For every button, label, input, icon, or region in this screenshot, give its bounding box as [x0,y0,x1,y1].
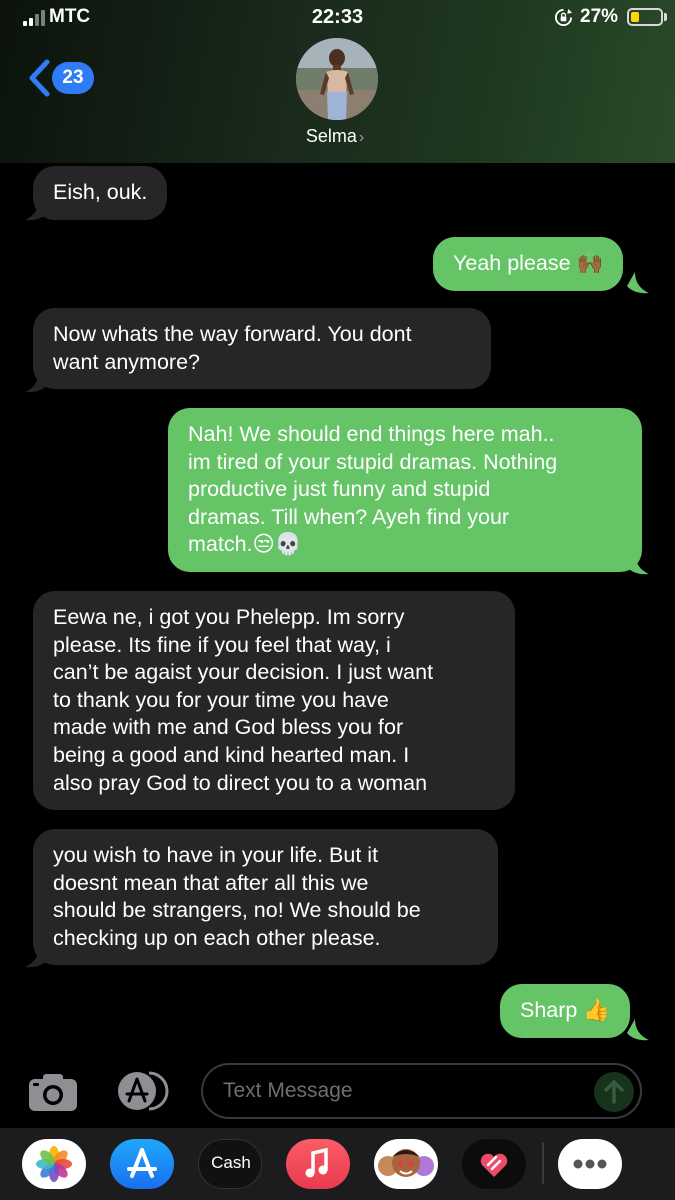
camera-icon[interactable] [28,1072,78,1112]
contact-avatar[interactable] [296,38,378,120]
apple-cash-label: Cash [211,1153,251,1172]
contact-name-text: Selma [305,126,357,146]
bubble-tail [627,1019,649,1041]
back-chevron-icon[interactable] [27,58,51,98]
unread-count-badge[interactable]: 23 [52,62,94,94]
digital-touch-icon[interactable] [462,1139,526,1189]
status-bar: MTC 22:33 27% [0,0,675,34]
battery-nub [664,13,667,21]
contact-chevron-icon: › [358,129,365,146]
bubble-tail [627,272,649,294]
apple-cash-icon[interactable]: Cash [198,1139,262,1189]
message-input-placeholder: Text Message [223,1079,353,1102]
battery-level-fill [631,12,639,22]
conversation-header: MTC 22:33 27% 23 Selma › [0,0,675,163]
message-bubble-outgoing[interactable]: Nah! We should end things here mah.. im … [168,408,642,572]
status-time: 22:33 [311,6,364,28]
battery-percent: 27% [580,6,619,27]
rotation-lock-icon [554,8,573,27]
photos-icon[interactable] [22,1139,86,1189]
app-store-icon[interactable] [110,1139,174,1189]
contact-name[interactable]: Selma › [0,126,670,147]
message-bubble-incoming[interactable]: Eish, ouk. [33,166,168,220]
message-bubble-outgoing[interactable]: Yeah please 🙌🏾 [433,237,624,291]
message-bubble-incoming[interactable]: Now whats the way forward. You dont want… [33,308,491,390]
send-button[interactable] [594,1072,634,1112]
more-icon[interactable] [558,1139,622,1189]
send-arrow-icon [604,1080,624,1104]
message-bubble-incoming[interactable]: Eewa ne, i got you Phelepp. Im sorry ple… [33,591,515,811]
message-bubble-outgoing[interactable]: Sharp 👍 [500,984,631,1038]
music-icon[interactable] [286,1139,350,1189]
message-bubble-incoming[interactable]: you wish to have in your life. But it do… [33,829,498,966]
battery-icon [627,8,663,26]
app-store-apps-icon[interactable] [113,1071,173,1111]
message-input[interactable]: Text Message [201,1063,642,1119]
memoji-icon[interactable] [374,1139,438,1189]
app-drawer-divider [542,1142,544,1184]
avatar-photo [296,38,378,120]
